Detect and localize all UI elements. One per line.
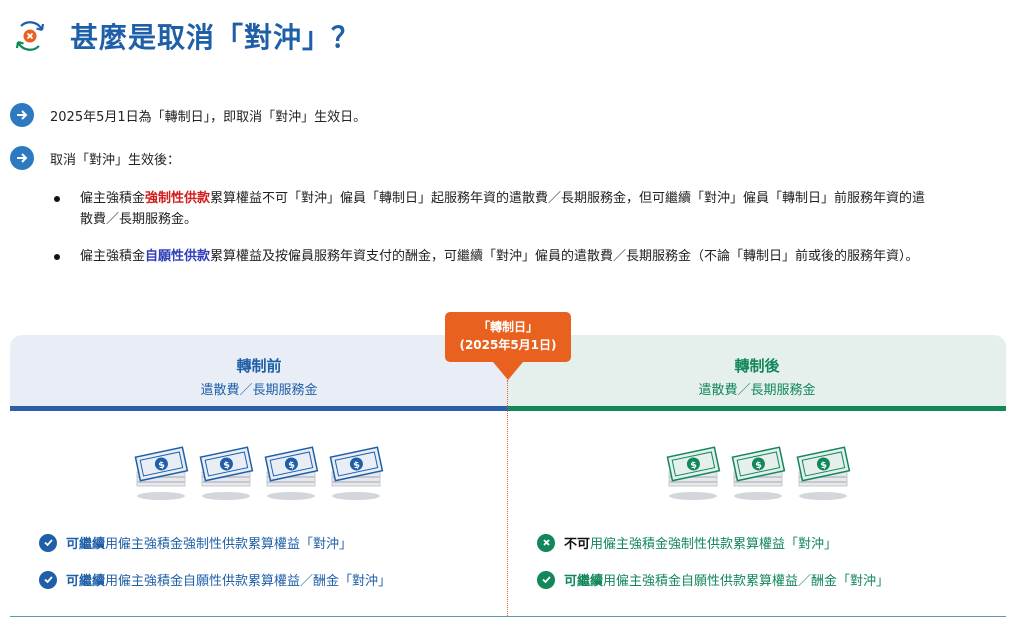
bullet-text: 僱主強積金強制性供款累算權益不可「對沖」僱員「轉制日」起服務年資的遣散費／長期服…	[80, 188, 925, 230]
point-text: 2025年5月1日為「轉制日」，即取消「對沖」生效日。	[50, 109, 367, 125]
bullet-voluntary: 僱主強積金自願性供款累算權益及按僱員服務年資支付的酬金，可繼續「對沖」僱員的遣散…	[54, 246, 1009, 267]
bullet-text-post: 累算權益及按僱員服務年資支付的酬金，可繼續「對沖」僱員的遣散費／長期服務金（不論…	[210, 249, 919, 264]
callout-pointer	[493, 362, 523, 380]
after-item-voluntary: 可繼續用僱主強積金自願性供款累算權益／酬金「對沖」	[537, 570, 889, 589]
page-title: 甚麼是取消「對沖」？	[70, 21, 361, 54]
after-panel-header: 轉制後 遣散費／長期服務金	[508, 335, 1006, 411]
bottom-divider	[10, 616, 1006, 617]
bullet-text-line2: 散費／長期服務金。	[80, 212, 198, 227]
before-item-mandatory: 可繼續用僱主強積金強制性供款累算權益「對沖」	[39, 533, 352, 552]
callout-line1: 「轉制日」	[477, 320, 538, 334]
after-item-text: 不可用僱主強積金強制性供款累算權益「對沖」	[564, 533, 837, 552]
page-header: 甚麼是取消「對沖」？	[12, 14, 360, 58]
after-item-bold: 不可	[564, 537, 591, 552]
bullet-dot	[54, 196, 60, 202]
before-item-bold: 可繼續	[66, 574, 106, 589]
after-item-mandatory: 不可用僱主強積金強制性供款累算權益「對沖」	[537, 533, 837, 552]
bullet-mandatory: 僱主強積金強制性供款累算權益不可「對沖」僱員「轉制日」起服務年資的遣散費／長期服…	[54, 188, 1009, 230]
money-stack-icon: $	[731, 446, 786, 500]
bullet-text-pre: 僱主強積金	[80, 249, 146, 264]
arrow-right-icon	[10, 146, 34, 170]
transition-date-callout: 「轉制日」 (2025年5月1日)	[445, 312, 571, 362]
money-stack-icon: $	[329, 446, 384, 500]
money-stack-icon: $	[199, 446, 254, 500]
before-item-text: 可繼續用僱主強積金自願性供款累算權益／酬金「對沖」	[66, 570, 391, 589]
before-panel-header: 轉制前 遣散費／長期服務金	[10, 335, 508, 411]
before-title: 轉制前	[236, 357, 282, 375]
check-icon	[39, 533, 57, 552]
bullet-dot	[54, 254, 60, 260]
money-stack-icon: $	[666, 446, 721, 500]
before-item-rest: 用僱主強積金強制性供款累算權益「對沖」	[105, 537, 353, 552]
before-item-rest: 用僱主強積金自願性供款累算權益／酬金「對沖」	[105, 574, 392, 589]
after-item-rest: 用僱主強積金強制性供款累算權益「對沖」	[590, 537, 838, 552]
cancel-offset-icon	[15, 21, 45, 51]
after-item-bold: 可繼續	[564, 574, 604, 589]
after-title: 轉制後	[734, 357, 780, 375]
check-icon	[537, 570, 555, 589]
timeline-divider	[507, 380, 508, 616]
callout-line2: (2025年5月1日)	[459, 338, 557, 352]
after-subtitle: 遣散費／長期服務金	[698, 383, 816, 398]
bullet-text-post: 累算權益不可「對沖」僱員「轉制日」起服務年資的遣散費／長期服務金，但可繼續「對沖…	[210, 191, 926, 206]
point-after-effective: 取消「對沖」生效後：	[10, 146, 180, 170]
point-text: 取消「對沖」生效後：	[50, 152, 181, 168]
before-item-text: 可繼續用僱主強積金強制性供款累算權益「對沖」	[66, 533, 352, 552]
before-item-bold: 可繼續	[66, 537, 106, 552]
after-item-text: 可繼續用僱主強積金自願性供款累算權益／酬金「對沖」	[564, 570, 889, 589]
money-stack-icon: $	[134, 446, 189, 500]
bullet-text: 僱主強積金自願性供款累算權益及按僱員服務年資支付的酬金，可繼續「對沖」僱員的遣散…	[80, 246, 919, 267]
point-effective-date: 2025年5月1日為「轉制日」，即取消「對沖」生效日。	[10, 103, 366, 127]
before-subtitle: 遣散費／長期服務金	[200, 383, 318, 398]
before-item-voluntary: 可繼續用僱主強積金自願性供款累算權益／酬金「對沖」	[39, 570, 391, 589]
mandatory-highlight: 強制性供款	[145, 191, 211, 206]
voluntary-highlight: 自願性供款	[145, 249, 211, 264]
money-stack-icon: $	[264, 446, 319, 500]
after-item-rest: 用僱主強積金自願性供款累算權益／酬金「對沖」	[603, 574, 890, 589]
money-stack-icon: $	[796, 446, 851, 500]
check-icon	[39, 570, 57, 589]
bullet-text-pre: 僱主強積金	[80, 191, 146, 206]
cross-icon	[537, 533, 555, 552]
arrow-right-icon	[10, 103, 34, 127]
